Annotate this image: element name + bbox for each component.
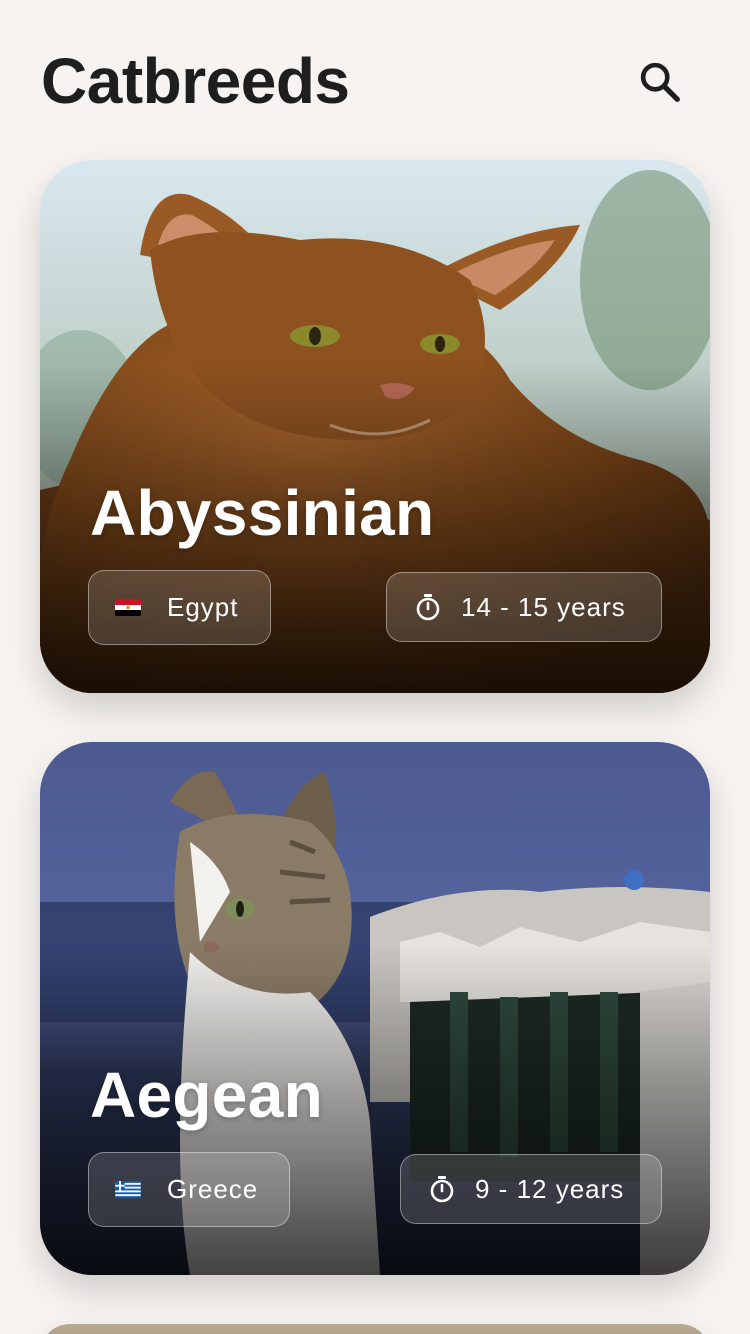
page-title: Catbreeds <box>41 45 350 117</box>
breed-card-next[interactable] <box>40 1324 710 1334</box>
life-span-label: 14 - 15 years <box>461 591 626 622</box>
breed-name: Aegean <box>90 1059 323 1131</box>
app-screen: Catbreeds Abyssinian Egypt 14 - 15 years… <box>0 0 750 1334</box>
life-span-chip[interactable]: 9 - 12 years <box>400 1154 662 1224</box>
origin-chip[interactable]: Egypt <box>88 570 271 645</box>
breed-name: Abyssinian <box>90 477 435 549</box>
search-icon <box>640 62 680 102</box>
greece-flag-icon <box>115 1181 141 1198</box>
timer-icon <box>413 592 443 622</box>
origin-label: Egypt <box>167 592 239 622</box>
breed-card-abyssinian[interactable]: Abyssinian Egypt 14 - 15 years <box>40 160 710 693</box>
breed-card-aegean[interactable]: Aegean Greece 9 - 12 years <box>40 742 710 1275</box>
header: Catbreeds <box>0 0 750 160</box>
breed-photo <box>40 1324 710 1334</box>
origin-label: Greece <box>167 1174 259 1204</box>
life-span-chip[interactable]: 14 - 15 years <box>386 572 662 642</box>
timer-icon <box>427 1174 457 1204</box>
search-button[interactable] <box>630 52 690 112</box>
life-span-label: 9 - 12 years <box>475 1173 625 1204</box>
origin-chip[interactable]: Greece <box>88 1152 290 1227</box>
egypt-flag-icon <box>115 599 141 616</box>
